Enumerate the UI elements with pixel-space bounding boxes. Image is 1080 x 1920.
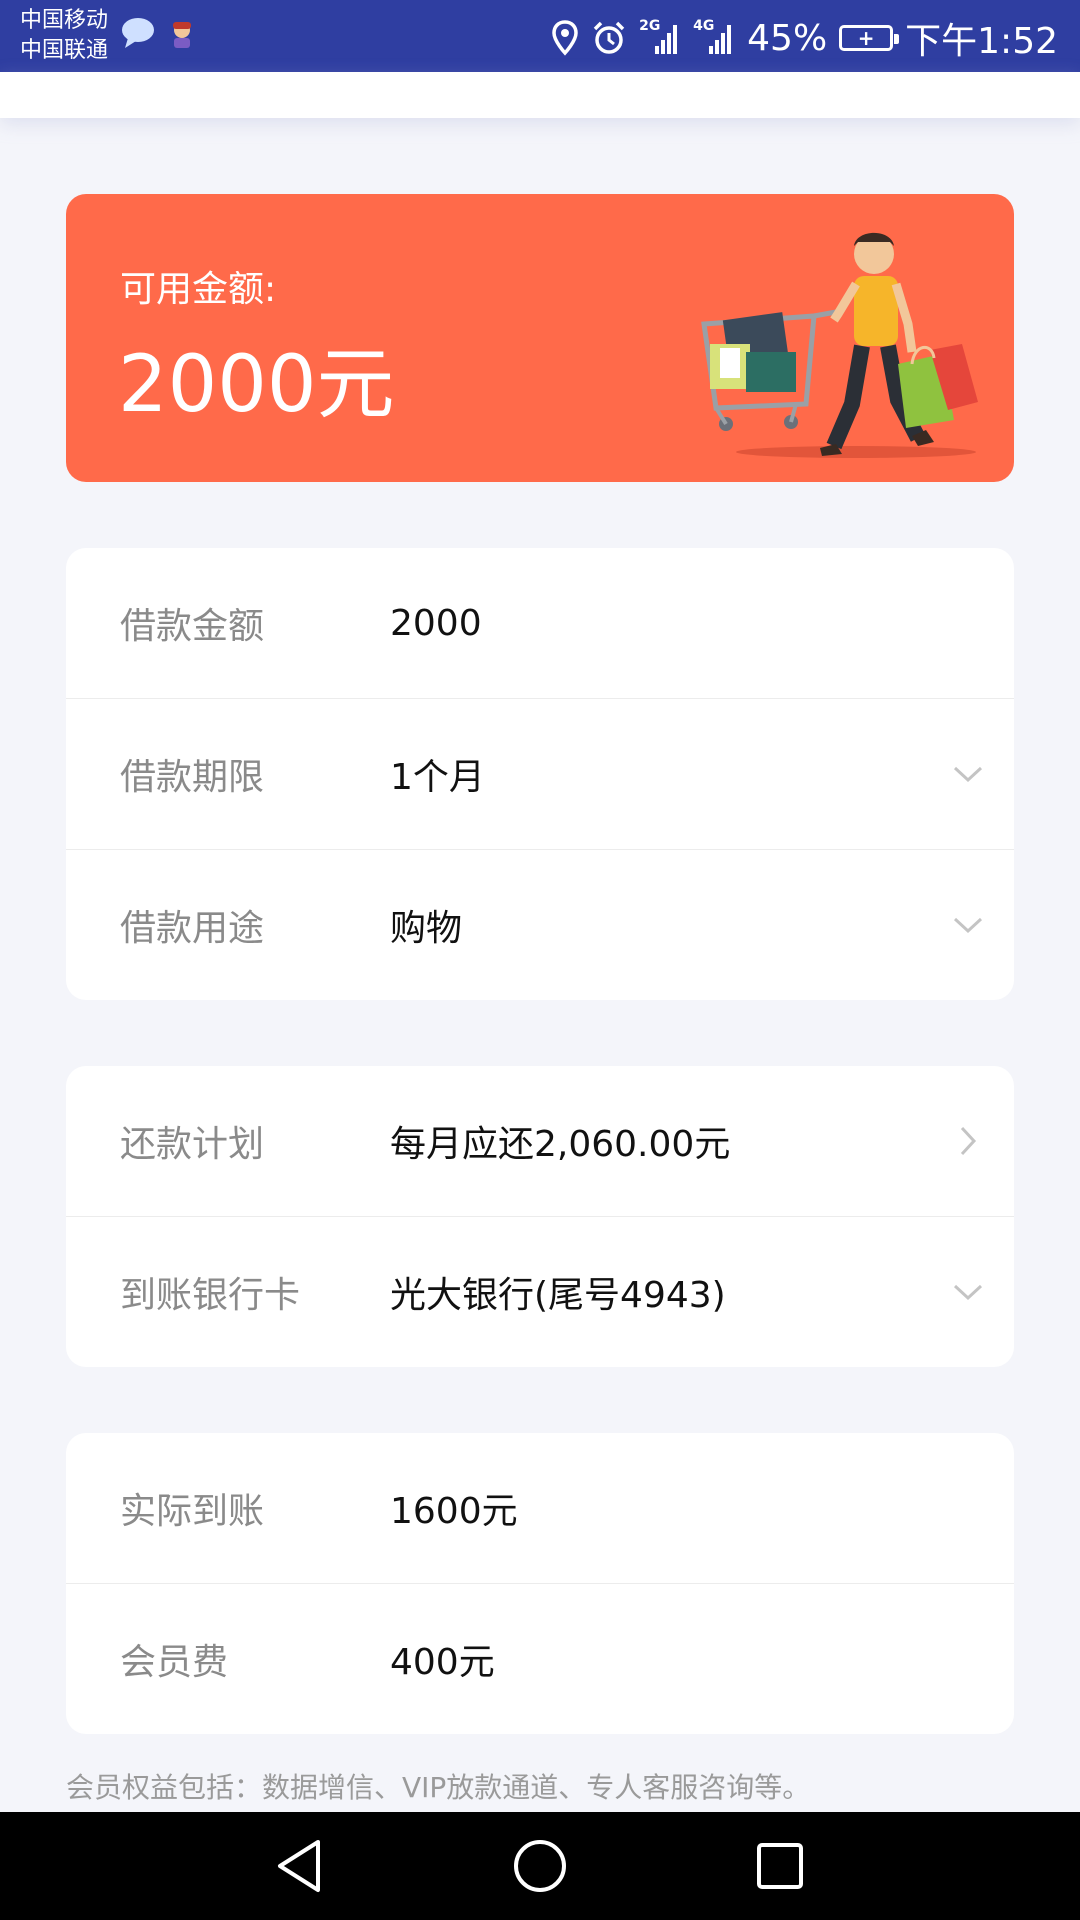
membership-fee-row: 会员费 400元 xyxy=(66,1583,1014,1734)
recents-icon[interactable] xyxy=(752,1836,808,1896)
loan-term-row[interactable]: 借款期限 1个月 xyxy=(66,698,1014,849)
chevron-down-icon[interactable] xyxy=(950,756,986,792)
chevron-right-icon[interactable] xyxy=(950,1123,986,1159)
shopping-illustration xyxy=(701,232,978,458)
location-icon xyxy=(552,20,578,56)
repayment-plan-value: 每月应还2,060.00元 xyxy=(390,1124,731,1165)
carrier-info: 中国移动 中国联通 xyxy=(20,6,108,66)
carrier-2: 中国联通 xyxy=(20,38,109,63)
status-right: 2G 4G 45% + 下午1:52 xyxy=(551,12,1058,64)
loan-purpose-value: 购物 xyxy=(390,908,463,949)
actual-received-row: 实际到账 1600元 xyxy=(66,1433,1014,1583)
chevron-down-icon[interactable] xyxy=(950,1274,986,1310)
bank-card-row[interactable]: 到账银行卡 光大银行(尾号4943) xyxy=(66,1216,1014,1367)
repayment-plan-row[interactable]: 还款计划 每月应还2,060.00元 xyxy=(66,1066,1014,1216)
banner-label: 可用金额: xyxy=(120,269,277,310)
bank-card-label: 到账银行卡 xyxy=(120,1275,301,1316)
back-icon[interactable] xyxy=(272,1836,328,1896)
banner-amount: 2000元 xyxy=(118,340,395,430)
chevron-down-icon[interactable] xyxy=(950,907,986,943)
battery-percent: 45% xyxy=(747,17,828,59)
membership-fee-label: 会员费 xyxy=(120,1642,229,1683)
carrier-1: 中国移动 xyxy=(20,8,109,33)
top-app-bar xyxy=(0,72,1080,118)
membership-fee-value: 400元 xyxy=(390,1642,495,1683)
repayment-plan-label: 还款计划 xyxy=(120,1124,265,1165)
status-bar: 中国移动 中国联通 2G 4G 45% + 下午1:52 xyxy=(0,0,1080,72)
signal-icon: 2G xyxy=(639,18,681,56)
loan-term-label: 借款期限 xyxy=(120,757,265,798)
alarm-icon xyxy=(593,21,625,54)
clock: 下午1:52 xyxy=(905,21,1058,62)
available-amount-banner: 可用金额: 2000元 xyxy=(66,194,1014,482)
loan-amount-input[interactable]: 2000 xyxy=(390,603,482,644)
repayment-card: 还款计划 每月应还2,060.00元 到账银行卡 光大银行(尾号4943) xyxy=(66,1066,1014,1367)
avatar-icon xyxy=(173,22,191,48)
summary-card: 实际到账 1600元 会员费 400元 xyxy=(66,1433,1014,1734)
membership-benefits-note: 会员权益包括：数据增信、VIP放款通道、专人客服咨询等。 xyxy=(66,1771,811,1804)
loan-term-value: 1个月 xyxy=(390,757,485,798)
signal-icon: 4G xyxy=(693,18,735,56)
message-icon xyxy=(122,18,154,48)
loan-amount-row[interactable]: 借款金额 2000 xyxy=(66,548,1014,698)
navigation-bar xyxy=(0,1812,1080,1920)
bank-card-value: 光大银行(尾号4943) xyxy=(390,1275,726,1316)
loan-purpose-row[interactable]: 借款用途 购物 xyxy=(66,849,1014,1000)
loan-purpose-label: 借款用途 xyxy=(120,908,265,949)
loan-amount-label: 借款金额 xyxy=(120,606,265,647)
actual-received-label: 实际到账 xyxy=(120,1491,265,1532)
home-icon[interactable] xyxy=(510,1836,570,1896)
actual-received-value: 1600元 xyxy=(390,1491,518,1532)
loan-form-card: 借款金额 2000 借款期限 1个月 借款用途 购物 xyxy=(66,548,1014,1000)
battery-charging-icon: + xyxy=(839,25,900,51)
